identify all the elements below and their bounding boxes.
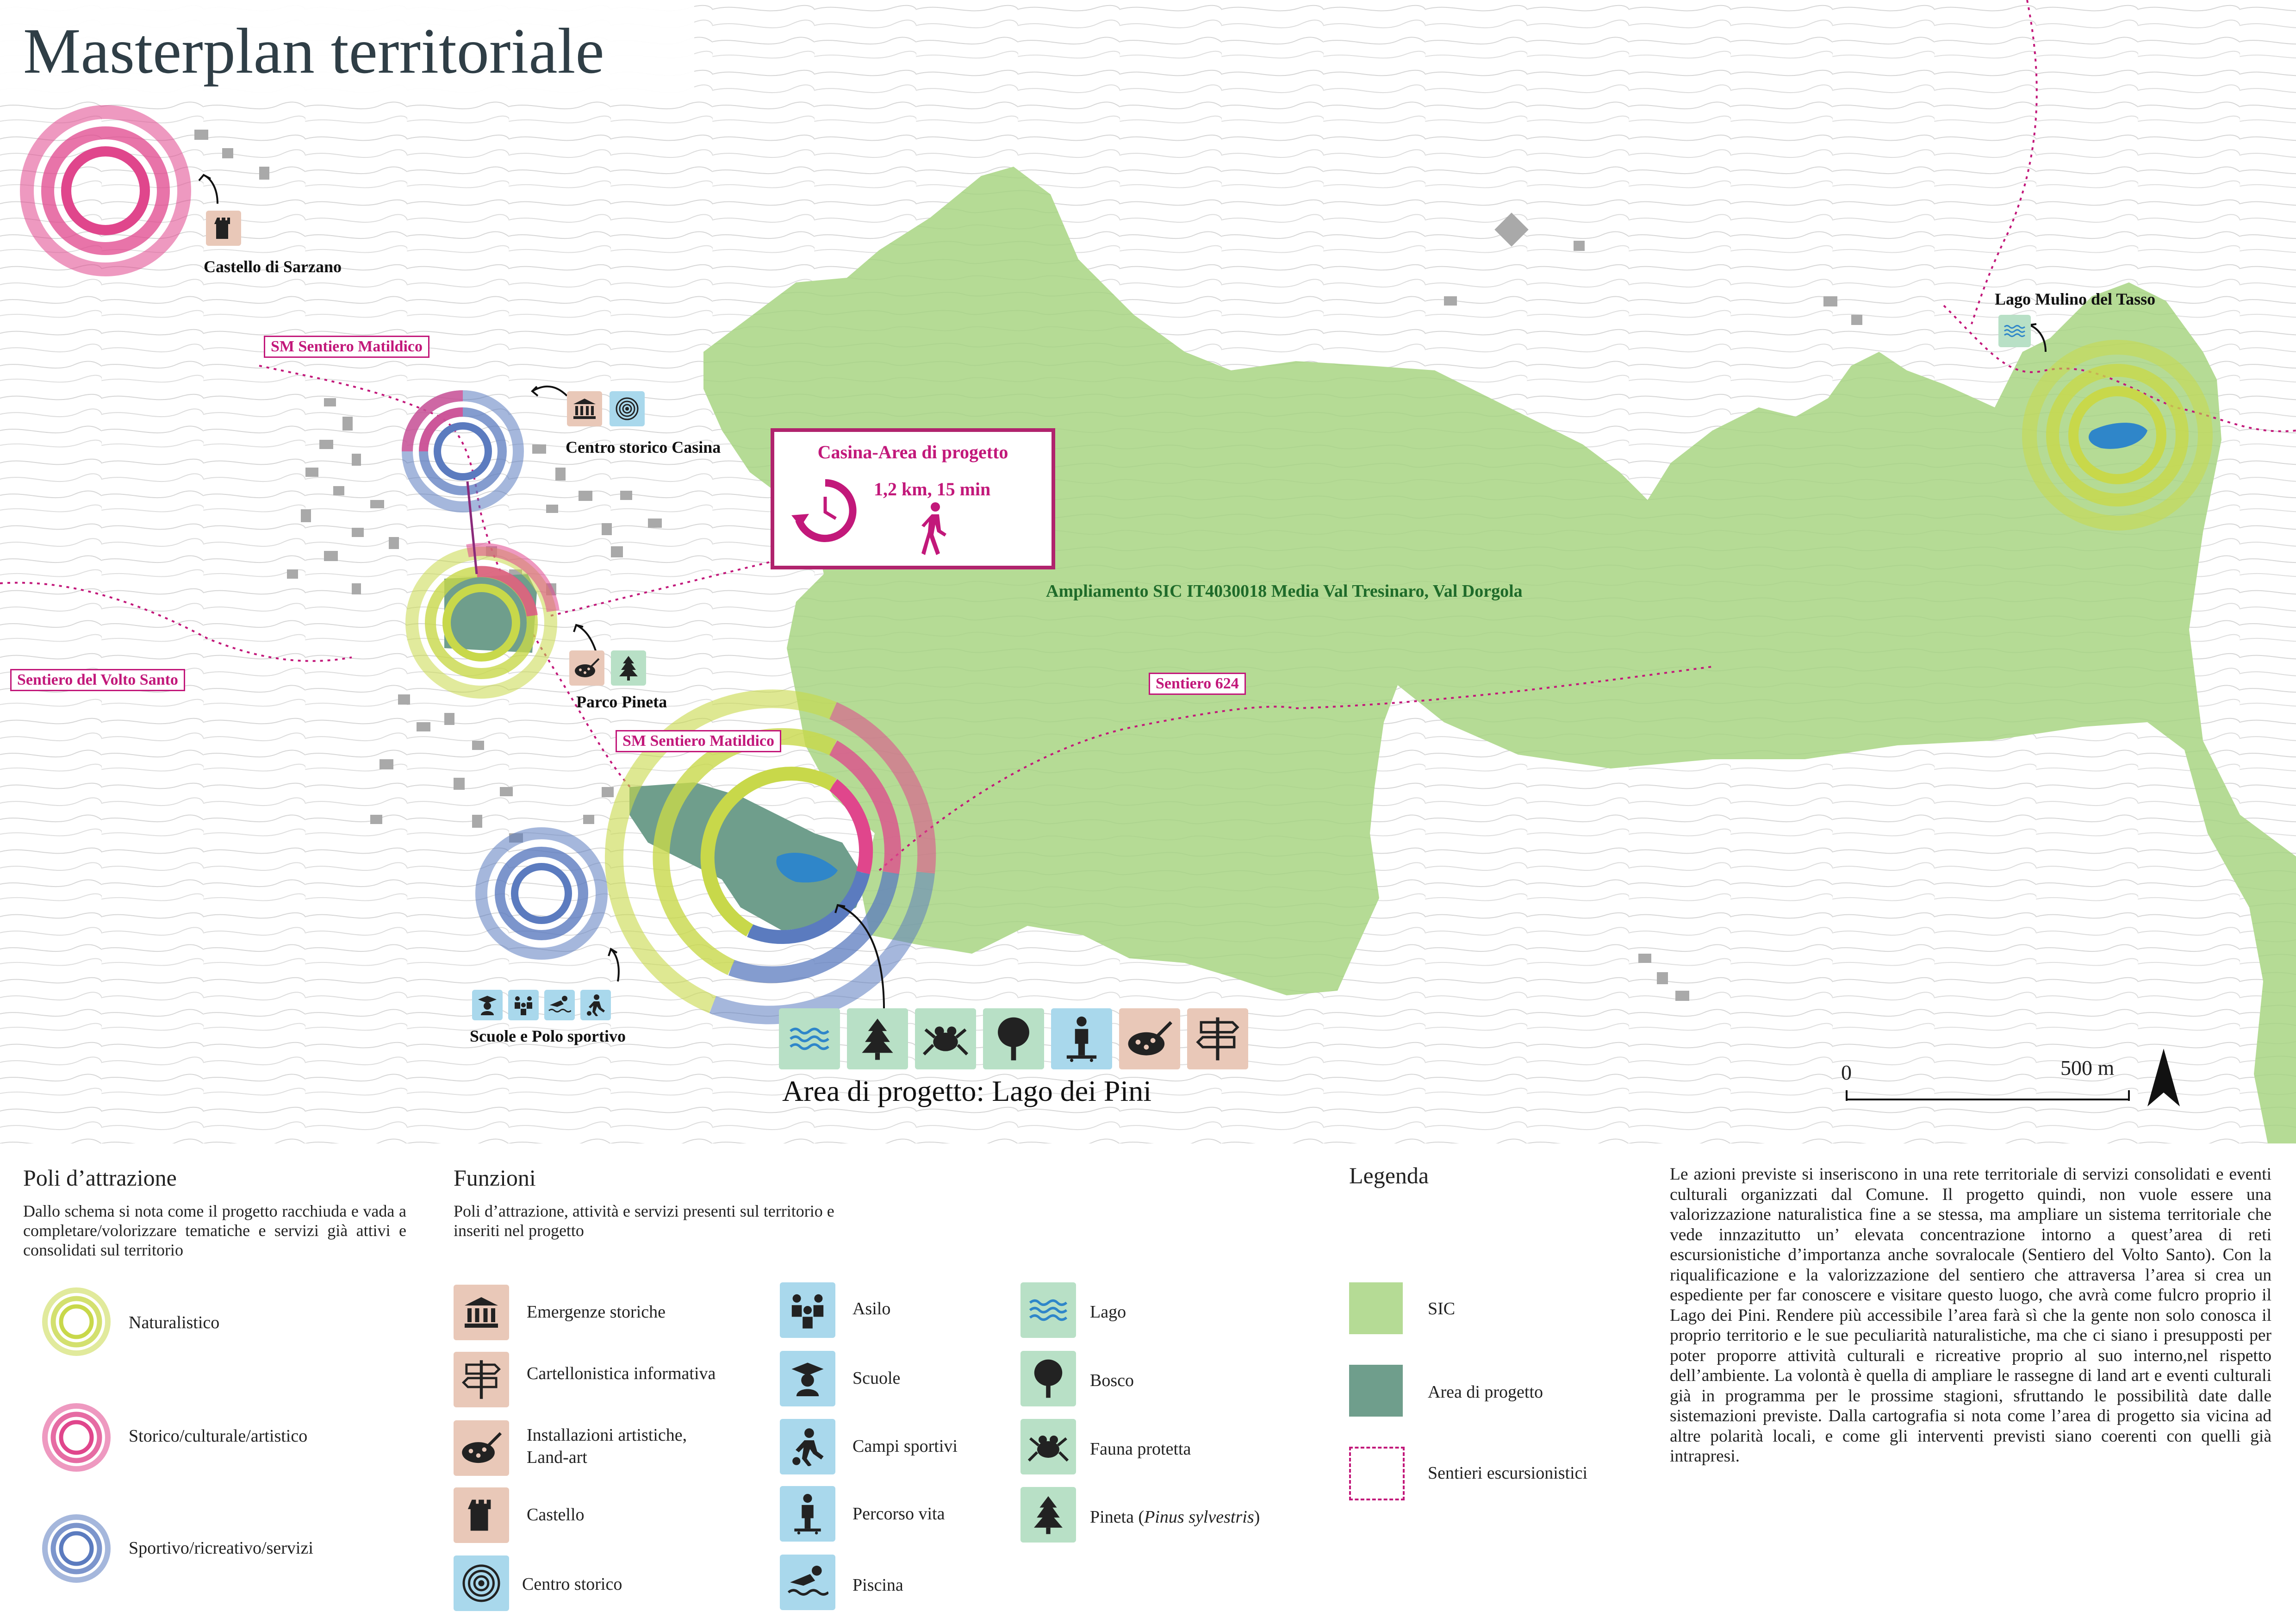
project-info-box: Casina-Area di progetto 1,2 km, 15 min	[771, 428, 1055, 569]
legend-project-label: Area di progetto	[1428, 1382, 1543, 1402]
pine-icon	[847, 1008, 908, 1069]
label-centro-storico: Centro storico Casina	[566, 438, 721, 456]
swim-icon	[544, 990, 575, 1020]
funzione-installazioni-label2: Land-art	[527, 1448, 587, 1467]
funzione-scuole-label: Scuole	[852, 1368, 901, 1388]
legend-path-label: Sentieri escursionistici	[1428, 1463, 1588, 1483]
funzioni-text: Poli d’attrazione, attività e servizi pr…	[454, 1202, 834, 1240]
poli-sportivo-label: Sportivo/ricreativo/servizi	[129, 1538, 313, 1558]
funzione-installazioni-label: Installazioni artistiche,	[527, 1425, 687, 1445]
school-icon	[780, 1351, 835, 1406]
water-icon	[1020, 1282, 1076, 1338]
poli-text: Dallo schema si nota come il progetto ra…	[23, 1202, 406, 1259]
legend-project-swatch	[1349, 1365, 1403, 1417]
poli-naturalistico-label: Naturalistico	[129, 1313, 220, 1332]
label-parco-pineta: Parco Pineta	[576, 693, 667, 711]
water-icon	[1998, 315, 2031, 347]
frog-icon	[915, 1008, 976, 1069]
frog-icon	[1020, 1419, 1076, 1474]
walking-icon	[918, 501, 950, 559]
kids-icon	[780, 1282, 835, 1338]
pineta-icon-group	[569, 650, 646, 686]
tower-icon	[206, 211, 241, 246]
funzione-lago-label: Lago	[1090, 1302, 1126, 1322]
project-box-heading: Casina-Area di progetto	[817, 442, 1008, 462]
sport-icon	[780, 1419, 835, 1474]
poli-naturalistico-icon	[42, 1287, 111, 1359]
kids-icon	[508, 990, 539, 1020]
poli-storico-icon	[42, 1403, 111, 1474]
label-sm-sentiero-top: SM Sentiero Matildico	[264, 336, 429, 358]
funzione-cartellonistica-label: Cartellonistica informativa	[527, 1364, 716, 1383]
museum-icon	[567, 391, 602, 426]
swim-icon	[780, 1555, 835, 1610]
funzione-percorso-label: Percorso vita	[852, 1504, 945, 1524]
palette-icon	[1119, 1008, 1180, 1069]
funzione-pineta-label: Pineta (Pinus sylvestris)	[1090, 1507, 1260, 1527]
poli-heading: Poli d’attrazione	[23, 1165, 177, 1191]
poli-storico-label: Storico/culturale/artistico	[129, 1426, 308, 1446]
mulino-icon-group	[1998, 315, 2031, 347]
funzione-piscina-label: Piscina	[852, 1575, 903, 1595]
project-box-detail: 1,2 km, 15 min	[874, 479, 991, 500]
funzione-emergenze-label: Emergenze storiche	[527, 1302, 666, 1322]
palette-icon	[569, 650, 604, 686]
tree-icon	[1020, 1351, 1076, 1406]
palette-icon	[454, 1420, 509, 1476]
label-volto-santo: Sentiero del Volto Santo	[10, 669, 185, 691]
label-lago-mulino: Lago Mulino del Tasso	[1995, 290, 2156, 308]
scale-zero: 0	[1841, 1061, 1852, 1084]
scale-end: 500 m	[2060, 1056, 2115, 1080]
tree-icon	[983, 1008, 1044, 1069]
label-castello: Castello di Sarzano	[204, 257, 342, 276]
label-sentiero-624: Sentiero 624	[1149, 673, 1246, 695]
castello-icon-group	[206, 211, 241, 246]
territorial-map	[0, 0, 2296, 1143]
target-icon	[610, 391, 645, 426]
funzione-campi-label: Campi sportivi	[852, 1437, 958, 1456]
signpost-icon	[1187, 1008, 1248, 1069]
legend-sic-swatch	[1349, 1282, 1403, 1334]
pine-icon	[611, 650, 646, 686]
clock-icon	[790, 476, 860, 548]
legend-path-swatch	[1349, 1447, 1405, 1500]
scuole-icon-group	[472, 990, 611, 1020]
target-icon	[454, 1555, 509, 1611]
poli-sportivo-icon	[42, 1514, 111, 1586]
fitness-icon	[780, 1486, 835, 1542]
legend-sic-label: SIC	[1428, 1299, 1456, 1318]
page-title: Masterplan territoriale	[23, 15, 604, 87]
funzione-castello-label: Castello	[527, 1505, 585, 1524]
funzioni-heading: Funzioni	[454, 1165, 536, 1191]
water-icon	[779, 1008, 840, 1069]
funzione-asilo-label: Asilo	[852, 1299, 891, 1318]
label-sic: Ampliamento SIC IT4030018 Media Val Tres…	[1046, 581, 1523, 601]
fitness-icon	[1051, 1008, 1112, 1069]
pine-icon	[1020, 1487, 1076, 1543]
label-scuole: Scuole e Polo sportivo	[470, 1027, 626, 1045]
funzione-bosco-label: Bosco	[1090, 1371, 1134, 1390]
tower-icon	[454, 1487, 509, 1543]
legenda-heading: Legenda	[1349, 1162, 1429, 1188]
museum-icon	[454, 1285, 509, 1340]
centro-icon-group	[567, 391, 645, 426]
area-icon-row	[779, 1008, 1248, 1069]
description-paragraph: Le azioni previste si inseriscono in una…	[1670, 1165, 2271, 1466]
funzione-fauna-label: Fauna protetta	[1090, 1439, 1191, 1459]
label-sm-sentiero-mid: SM Sentiero Matildico	[616, 730, 781, 752]
funzione-centro-label: Centro storico	[522, 1574, 622, 1594]
sport-icon	[580, 990, 611, 1020]
area-title: Area di progetto: Lago dei Pini	[782, 1074, 1152, 1107]
school-icon	[472, 990, 503, 1020]
signpost-icon	[454, 1352, 509, 1407]
